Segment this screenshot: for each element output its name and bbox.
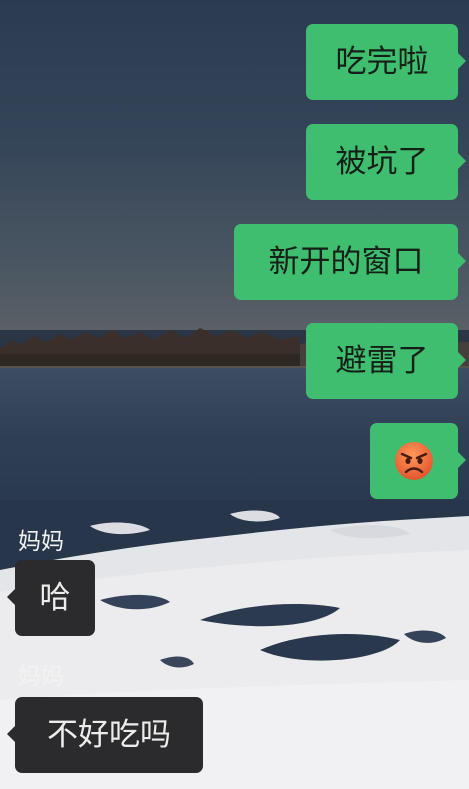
message-text: 避雷了 (335, 343, 429, 379)
sender-name: 妈妈 (18, 664, 64, 690)
message-text: 哈 (39, 580, 71, 616)
outgoing-message-bubble[interactable]: 新开的窗口 (234, 224, 466, 300)
incoming-message-bubble[interactable]: 哈 (7, 560, 95, 636)
outgoing-message-bubble[interactable]: 避雷了 (306, 323, 466, 399)
outgoing-message-bubble[interactable]: 吃完啦 (306, 24, 466, 100)
message-text: 新开的窗口 (268, 244, 424, 280)
outgoing-message-bubble[interactable]: 被坑了 (306, 124, 466, 200)
message-text: 吃完啦 (335, 44, 429, 80)
incoming-message-bubble[interactable]: 不好吃吗 (7, 697, 203, 773)
angry-face-icon (395, 442, 433, 480)
chat-screen: 吃完啦 被坑了 新开的窗口 避雷了 妈妈 哈 妈妈 不好吃吗 (0, 0, 469, 789)
message-text: 不好吃吗 (47, 717, 171, 753)
sender-name: 妈妈 (18, 529, 64, 555)
message-text: 被坑了 (335, 144, 429, 180)
